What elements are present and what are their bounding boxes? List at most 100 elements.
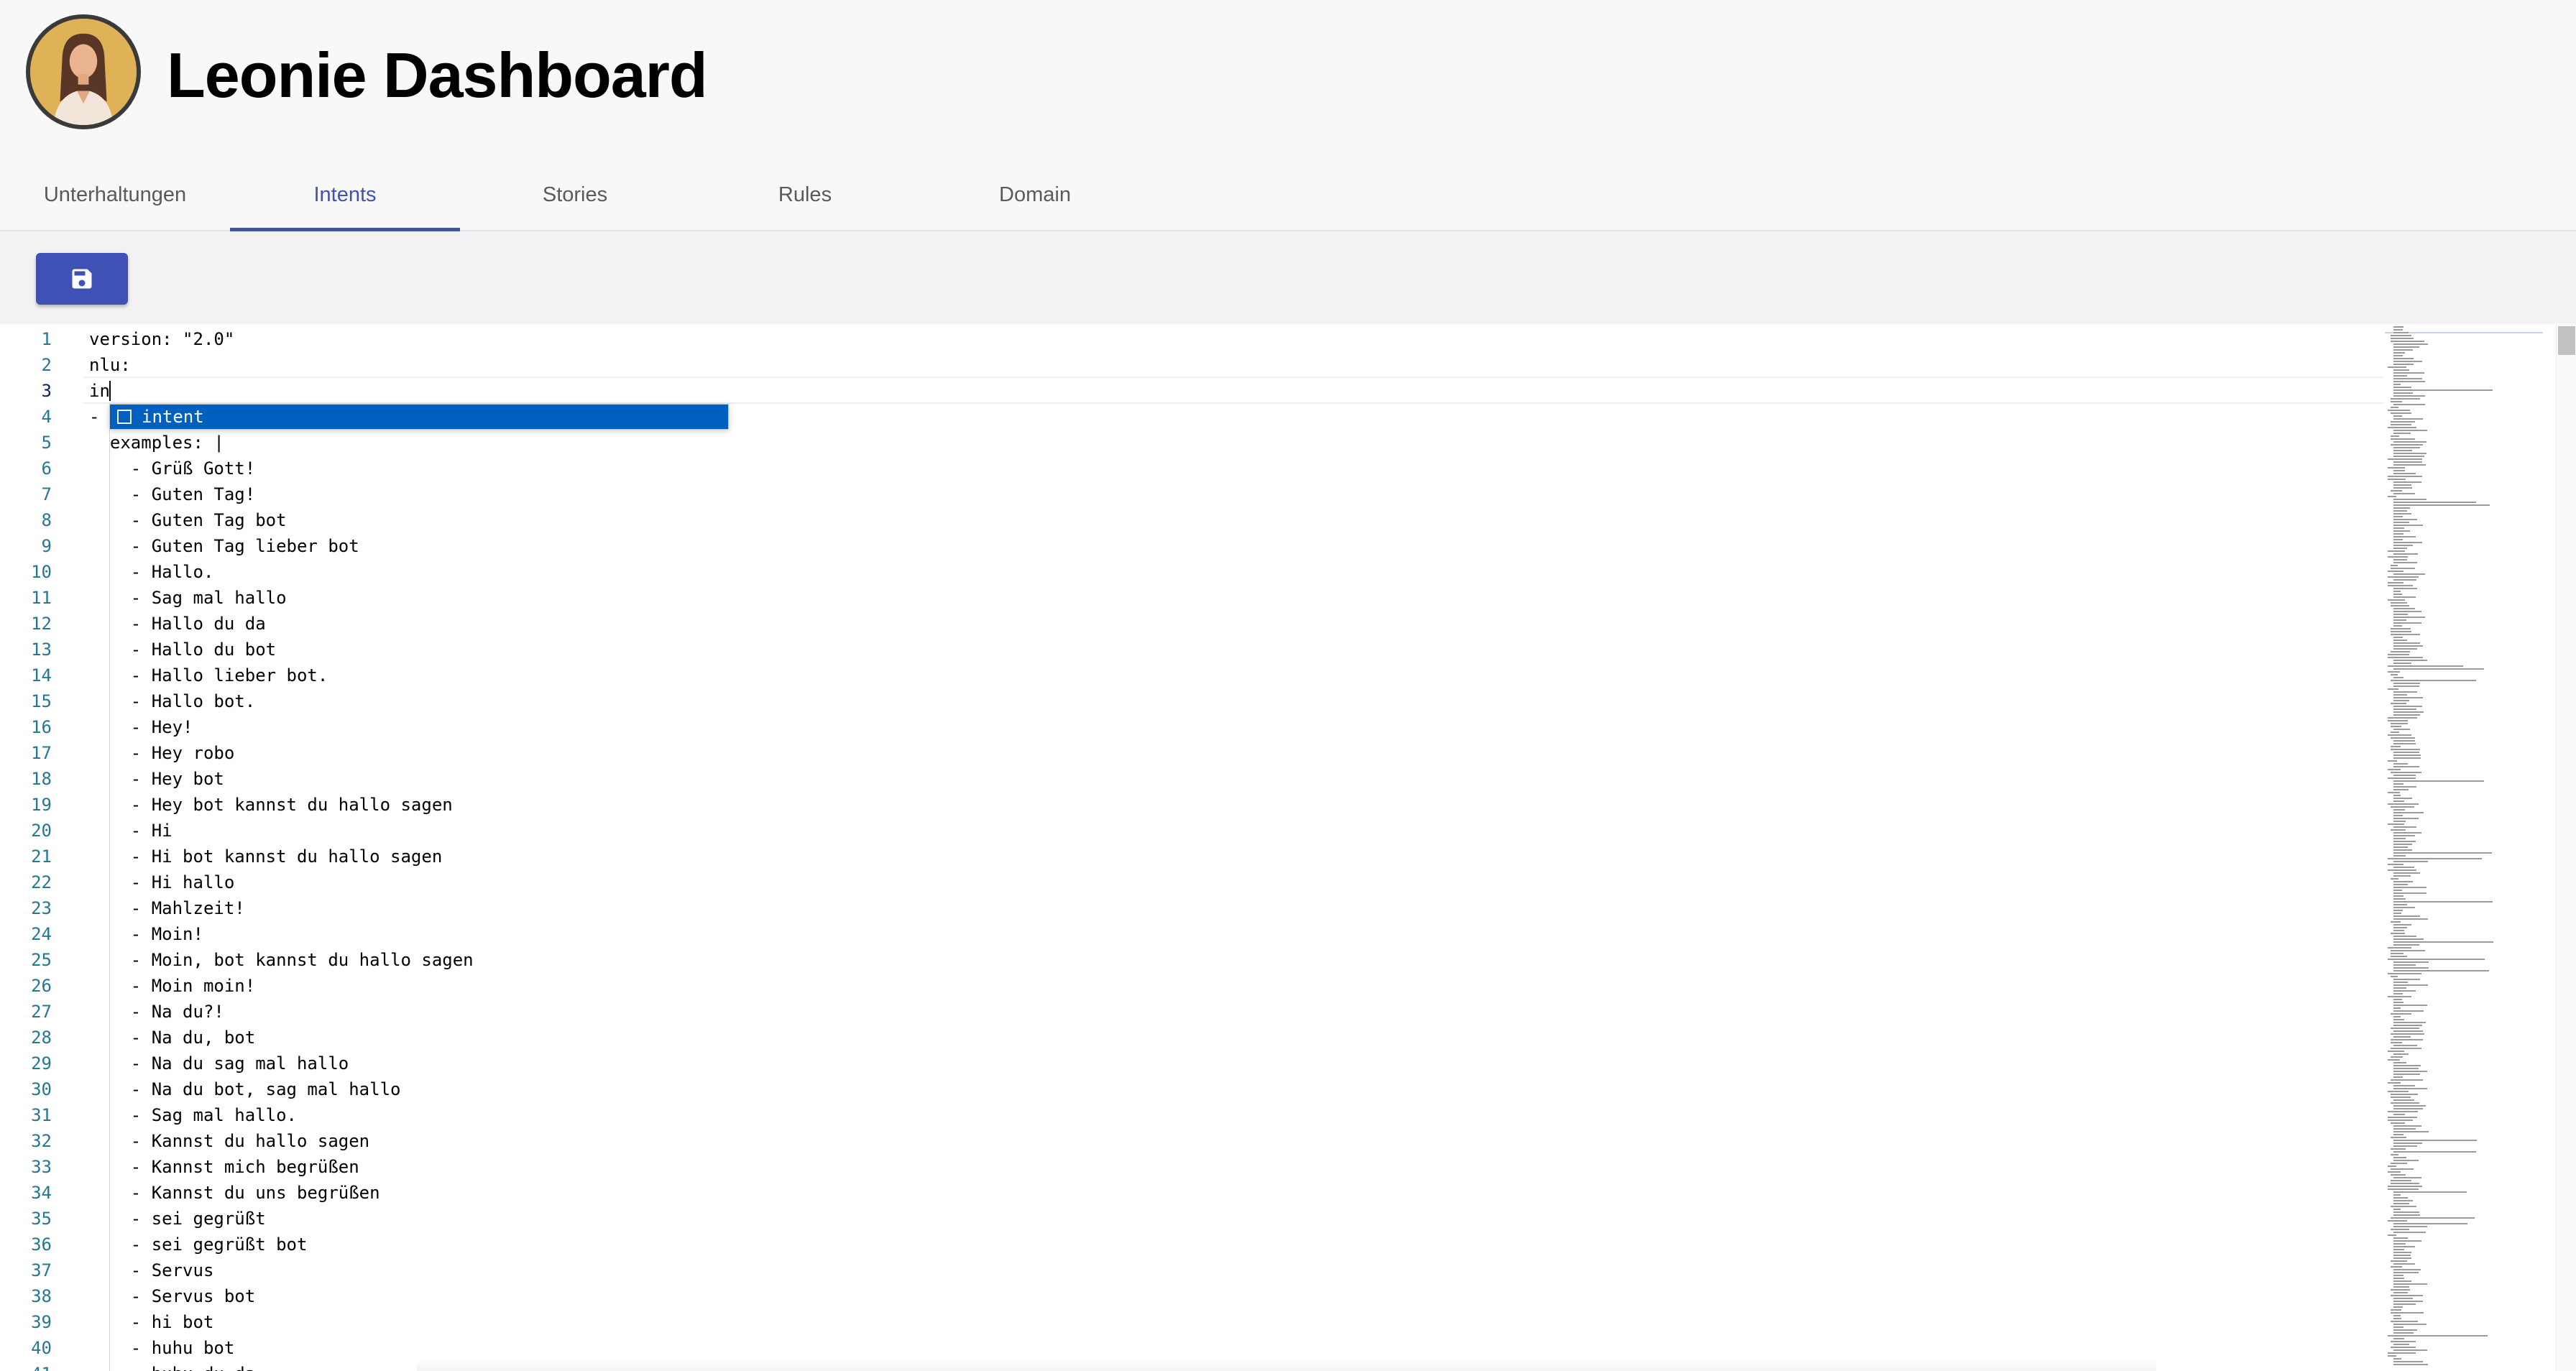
code-line[interactable]: - huhu bot [89, 1335, 235, 1361]
minimap-line [2393, 895, 2404, 897]
minimap-line [2391, 565, 2398, 566]
minimap-line [2391, 628, 2411, 629]
code-line[interactable]: - Hallo bot. [89, 688, 255, 714]
minimap-line [2391, 1048, 2421, 1049]
code-line[interactable]: - Hey robo [89, 740, 235, 766]
code-line[interactable]: - huhu du da [89, 1361, 255, 1371]
minimap-line [2393, 614, 2408, 615]
code-line[interactable]: - Mahlzeit! [89, 895, 245, 921]
minimap-line [2393, 1016, 2401, 1017]
minimap-line [2393, 1240, 2421, 1242]
minimap-line [2393, 545, 2413, 546]
minimap-line [2393, 1349, 2427, 1351]
code-line[interactable]: - Hey bot [89, 766, 224, 792]
minimap-line [2391, 1180, 2411, 1181]
code-line[interactable]: - Kannst mich begrüßen [89, 1154, 359, 1180]
code-line[interactable]: - Guten Tag lieber bot [89, 533, 359, 559]
minimap[interactable] [2385, 325, 2543, 1371]
minimap-line [2393, 1085, 2415, 1086]
code-line[interactable]: - hi bot [89, 1309, 214, 1335]
minimap-line [2393, 453, 2426, 454]
code-line[interactable]: - Hallo. [89, 559, 214, 585]
minimap-line [2393, 1338, 2404, 1339]
code-line[interactable]: - Guten Tag! [89, 481, 255, 507]
code-line[interactable]: - Hey bot kannst du hallo sagen [89, 792, 453, 818]
minimap-line [2393, 375, 2407, 377]
minimap-line [2393, 938, 2424, 940]
minimap-line [2393, 1140, 2477, 1141]
minimap-line [2388, 657, 2423, 658]
minimap-line [2393, 941, 2493, 943]
code-line[interactable]: - Guten Tag bot [89, 507, 287, 533]
minimap-line [2393, 1232, 2426, 1233]
code-line[interactable]: - Moin moin! [89, 973, 255, 999]
keyword-icon [117, 410, 132, 424]
minimap-line [2391, 1347, 2416, 1348]
code-line[interactable]: - sei gegrüßt bot [89, 1232, 308, 1257]
code-line[interactable]: - Hi hallo [89, 869, 235, 895]
minimap-line [2393, 617, 2425, 618]
code-line[interactable]: - Kannst du uns begrüßen [89, 1180, 380, 1206]
minimap-line [2388, 1188, 2419, 1190]
tab-unterhaltungen[interactable]: Unterhaltungen [0, 172, 230, 230]
minimap-line [2393, 415, 2402, 417]
code-line[interactable]: - Hey! [89, 714, 193, 740]
minimap-line [2391, 335, 2411, 336]
save-button[interactable] [36, 253, 128, 305]
minimap-line [2388, 996, 2411, 997]
minimap-line [2388, 792, 2400, 793]
code-line[interactable]: - Servus [89, 1257, 214, 1283]
code-line[interactable]: - Hallo du da [89, 611, 266, 637]
code-line[interactable]: - Moin! [89, 921, 203, 947]
code-line[interactable]: - [89, 404, 99, 430]
code-line[interactable]: examples: | [89, 430, 224, 456]
tab-stories[interactable]: Stories [460, 172, 690, 230]
minimap-line [2393, 1252, 2411, 1253]
code-line[interactable]: - Na du?! [89, 999, 224, 1025]
minimap-line [2393, 493, 2415, 494]
minimap-line [2393, 1344, 2409, 1345]
scrollbar-thumb[interactable] [2558, 326, 2575, 355]
minimap-line [2393, 852, 2492, 854]
minimap-line [2393, 1076, 2403, 1078]
code-line[interactable]: nlu: [89, 352, 131, 378]
minimap-line [2393, 464, 2426, 466]
code-line[interactable]: - sei gegrüßt [89, 1206, 266, 1232]
minimap-line [2393, 1358, 2401, 1360]
vertical-scrollbar[interactable] [2556, 325, 2576, 1371]
minimap-line [2388, 458, 2422, 460]
minimap-line [2388, 476, 2422, 477]
minimap-line [2393, 433, 2411, 434]
minimap-line [2388, 556, 2408, 558]
minimap-line [2391, 1056, 2403, 1058]
code-line[interactable]: - Hi [89, 818, 172, 844]
minimap-line [2393, 430, 2427, 431]
minimap-line [2393, 999, 2402, 1000]
code-line[interactable]: - Na du, bot [89, 1025, 255, 1051]
code-line[interactable]: - Grüß Gott! [89, 456, 255, 481]
code-line[interactable]: - Hallo du bot [89, 637, 276, 663]
code-line[interactable]: - Hallo lieber bot. [89, 663, 328, 688]
line-number: 37 [31, 1260, 52, 1280]
tab-intents[interactable]: Intents [230, 172, 460, 231]
minimap-line [2391, 634, 2420, 635]
code-line[interactable]: - Sag mal hallo. [89, 1102, 297, 1128]
code-line[interactable]: in [89, 378, 110, 404]
code-line[interactable]: - Na du sag mal hallo [89, 1051, 349, 1076]
minimap-line [2393, 361, 2422, 362]
code-editor[interactable]: 1 2 3 4 5 6 7 8 9 10 11 12 13 14 15 16 17 18 19 20 21 22 23 24 2… [0, 325, 2576, 1371]
code-line[interactable]: - Servus bot [89, 1283, 255, 1309]
code-line[interactable]: - Hi bot kannst du hallo sagen [89, 844, 442, 869]
code-line[interactable]: - Sag mal hallo [89, 585, 287, 611]
minimap-line [2393, 381, 2425, 382]
code-line[interactable]: - Na du bot, sag mal hallo [89, 1076, 401, 1102]
code-line[interactable]: - Kannst du hallo sagen [89, 1128, 369, 1154]
minimap-viewport[interactable] [2385, 325, 2543, 333]
tab-domain[interactable]: Domain [920, 172, 1150, 230]
line-number: 30 [31, 1079, 52, 1099]
tab-rules[interactable]: Rules [690, 172, 920, 230]
code-line[interactable]: version: "2.0" [89, 326, 234, 352]
minimap-line [2393, 800, 2404, 802]
code-line[interactable]: - Moin, bot kannst du hallo sagen [89, 947, 474, 973]
suggestion-item-intent[interactable]: intent [110, 405, 728, 429]
